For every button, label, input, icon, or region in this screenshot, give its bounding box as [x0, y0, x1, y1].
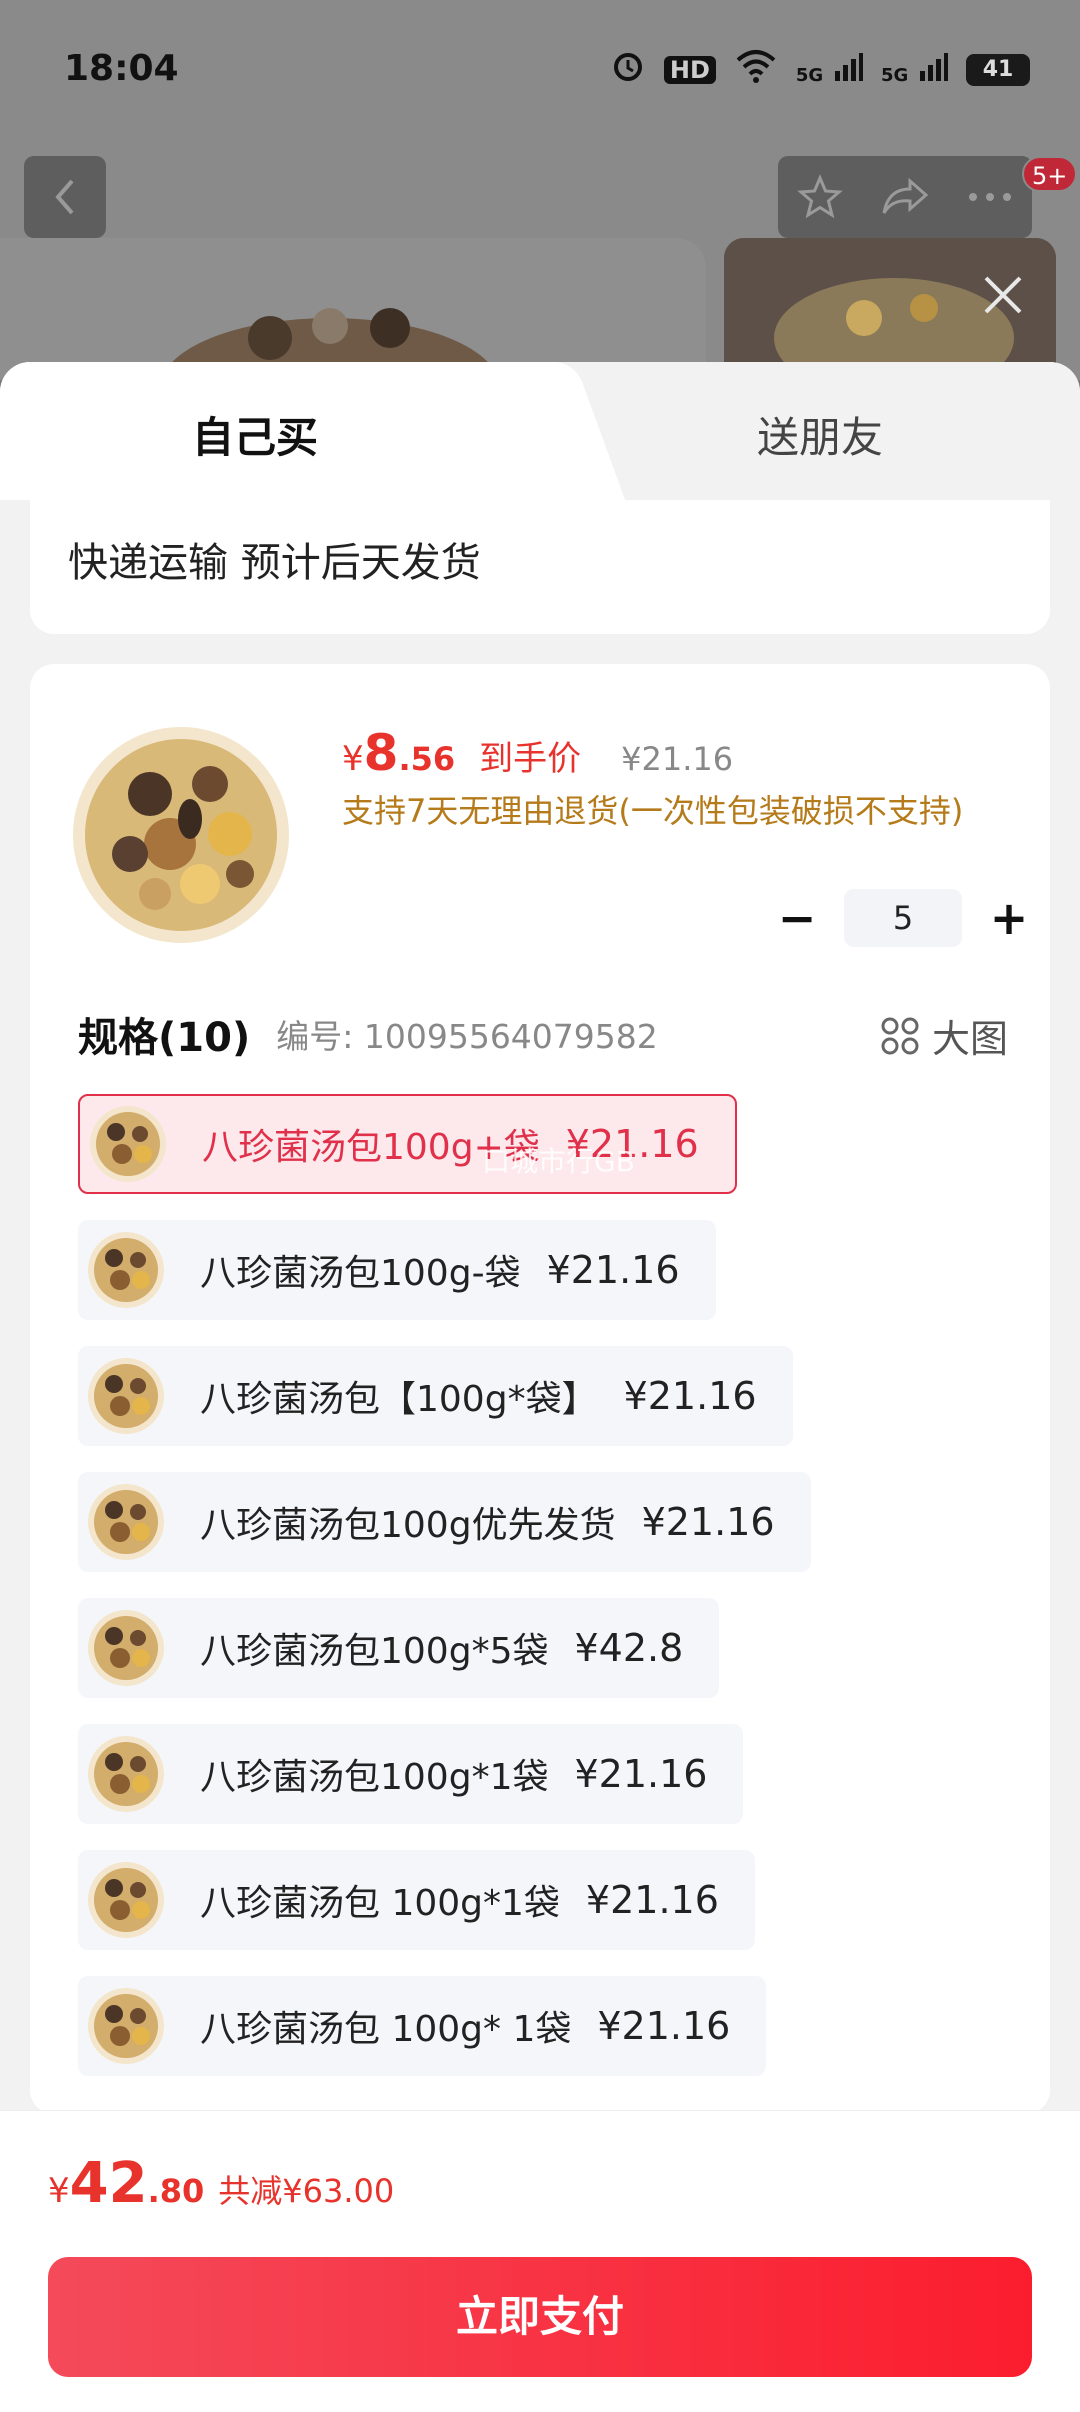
spec-thumbnail [86, 1356, 166, 1436]
spec-option-6[interactable]: 八珍菌汤包100g*1袋 ¥21.16 [78, 1724, 744, 1824]
quantity-stepper: − 5 + [772, 888, 1034, 948]
spec-title: 规格(10) [78, 1015, 251, 1061]
price-row: ¥8.56 到手价 ¥21.16 [342, 724, 733, 782]
total-currency: ¥ [48, 2171, 70, 2211]
tab-bar: 自己买 送朋友 [0, 362, 1080, 500]
top-actions [778, 156, 1032, 238]
price-integer: 8 [363, 724, 399, 782]
total-decimal: .80 [147, 2172, 205, 2210]
shipping-info: 快递运输 预计后天发货 [68, 540, 481, 586]
spec-name: 八珍菌汤包100g*1袋 [200, 1757, 549, 1798]
spec-name: 八珍菌汤包【100g*袋】 [200, 1379, 598, 1420]
spec-thumbnail [86, 1986, 166, 2066]
signal-label-1: 5G [795, 65, 824, 86]
hd-icon: HD [663, 55, 716, 84]
product-image[interactable] [70, 724, 292, 946]
spec-price: ¥21.16 [641, 1500, 775, 1544]
spec-header: 规格(10) 编号: 10095564079582 大图 [78, 1004, 1008, 1064]
signal-icon-2: 5G [881, 51, 948, 88]
price-decimal: .56 [398, 740, 456, 778]
big-image-toggle[interactable]: 大图 [880, 1008, 1008, 1063]
status-icons: HD 5G 5G 41 [610, 48, 1030, 91]
spec-price: ¥21.16 [574, 1752, 708, 1796]
battery-icon: 41 [966, 53, 1030, 86]
spec-thumbnail [86, 1482, 166, 1562]
plus-button[interactable]: + [984, 888, 1034, 948]
product-code: 编号: 10095564079582 [276, 1017, 658, 1056]
spec-option-4[interactable]: 八珍菌汤包100g优先发货 ¥21.16 [78, 1472, 811, 1572]
spec-option-1[interactable]: 八珍菌汤包100g+袋 ¥21.16 口城市行GB [78, 1094, 737, 1194]
spec-name: 八珍菌汤包100g优先发货 [200, 1505, 616, 1546]
spec-thumbnail [86, 1608, 166, 1688]
spec-name: 八珍菌汤包 100g* 1袋 [200, 2009, 572, 2050]
wifi-icon [734, 48, 778, 91]
total-integer: 42 [69, 2151, 148, 2216]
spec-name: 八珍菌汤包100g*5袋 [200, 1631, 549, 1672]
product-card: ¥8.56 到手价 ¥21.16 支持7天无理由退货(一次性包装破损不支持) −… [30, 664, 1050, 2114]
more-icon[interactable] [967, 191, 1013, 203]
final-price: ¥8.56 [342, 724, 455, 782]
spec-option-3[interactable]: 八珍菌汤包【100g*袋】 ¥21.16 [78, 1346, 793, 1446]
status-time: 18:04 [64, 48, 179, 89]
big-image-label: 大图 [931, 1017, 1008, 1061]
discount-text: 共减¥63.00 [218, 2172, 395, 2210]
spec-thumbnail [86, 1734, 166, 1814]
price-currency: ¥ [342, 739, 364, 779]
spec-name: 八珍菌汤包 100g*1袋 [200, 1883, 560, 1924]
product-photo-background [0, 238, 706, 380]
signal-icon-1: 5G [796, 51, 863, 88]
tab-friend[interactable]: 送朋友 [560, 404, 1080, 465]
status-bar: 18:04 HD 5G 5G 41 [0, 0, 1080, 140]
background-page: 18:04 HD 5G 5G 41 5+ [0, 0, 1080, 380]
spec-price: ¥21.16 [623, 1374, 757, 1418]
signal-label-2: 5G [880, 65, 909, 86]
pay-now-button[interactable]: 立即支付 [48, 2257, 1032, 2377]
watermark-text: 口城市行GB [482, 1145, 635, 1178]
spec-price: ¥21.16 [585, 1878, 719, 1922]
close-icon[interactable] [980, 272, 1026, 322]
spec-price: ¥21.16 [546, 1248, 680, 1292]
tab-self-label[interactable]: 自己买 [0, 404, 510, 465]
total-price: ¥ 42 .80 共减¥63.00 [48, 2151, 394, 2216]
spec-thumbnail [86, 1230, 166, 1310]
spec-name: 八珍菌汤包100g-袋 [200, 1253, 521, 1294]
spec-option-8[interactable]: 八珍菌汤包 100g* 1袋 ¥21.16 [78, 1976, 767, 2076]
share-icon[interactable] [880, 177, 930, 217]
final-price-label: 到手价 [479, 739, 582, 779]
back-arrow-icon [55, 179, 74, 215]
quantity-input[interactable]: 5 [844, 889, 962, 947]
spec-option-2[interactable]: 八珍菌汤包100g-袋 ¥21.16 [78, 1220, 716, 1320]
spec-thumbnail [88, 1104, 168, 1184]
purchase-sheet: 自己买 送朋友 快递运输 预计后天发货 ¥8.56 到手价 ¥21.16 支持7… [0, 362, 1080, 2412]
return-policy: 支持7天无理由退货(一次性包装破损不支持) [342, 792, 964, 830]
spec-option-5[interactable]: 八珍菌汤包100g*5袋 ¥42.8 [78, 1598, 720, 1698]
spec-price: ¥42.8 [574, 1626, 684, 1670]
spec-price: ¥21.16 [597, 2004, 731, 2048]
grid-icon [881, 1017, 919, 1054]
alarm-icon [610, 48, 646, 91]
star-icon[interactable] [796, 174, 843, 220]
back-button[interactable] [24, 156, 106, 238]
spec-thumbnail [86, 1860, 166, 1940]
shipping-card: 快递运输 预计后天发货 [30, 500, 1050, 634]
minus-button[interactable]: − [772, 888, 822, 948]
original-price: ¥21.16 [621, 740, 734, 778]
spec-option-7[interactable]: 八珍菌汤包 100g*1袋 ¥21.16 [78, 1850, 755, 1950]
checkout-bar: ¥ 42 .80 共减¥63.00 立即支付 [0, 2110, 1080, 2412]
message-badge: 5+ [1022, 156, 1078, 192]
